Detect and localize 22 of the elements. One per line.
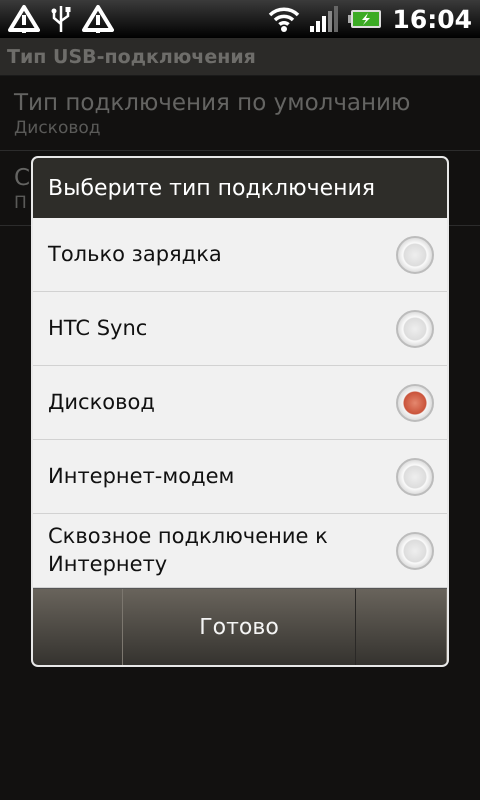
warning-icon [8,4,40,34]
radio-button[interactable] [396,236,434,274]
screen-title: Тип USB-подключения [7,46,256,68]
setting-title: Тип подключения по умолчанию [14,90,410,116]
radio-button[interactable] [396,310,434,348]
usb-icon [50,4,72,34]
setting-value: П [14,193,27,213]
setting-value: Дисковод [14,118,101,138]
radio-button[interactable] [396,458,434,496]
dialog-title: Выберите тип подключения [48,176,376,200]
warning-icon [82,4,114,34]
battery-icon [348,9,382,29]
signal-icon [310,6,338,32]
radio-button[interactable] [396,384,434,422]
option-item[interactable]: Только зарядка [33,218,447,292]
option-item[interactable]: HTC Sync [33,292,447,366]
option-item[interactable]: Дисковод [33,366,447,440]
clock-time: 16:04 [392,4,472,34]
wifi-icon [268,5,300,33]
setting-title: С [14,165,30,191]
option-item[interactable]: Интернет-модем [33,440,447,514]
radio-button[interactable] [396,532,434,570]
